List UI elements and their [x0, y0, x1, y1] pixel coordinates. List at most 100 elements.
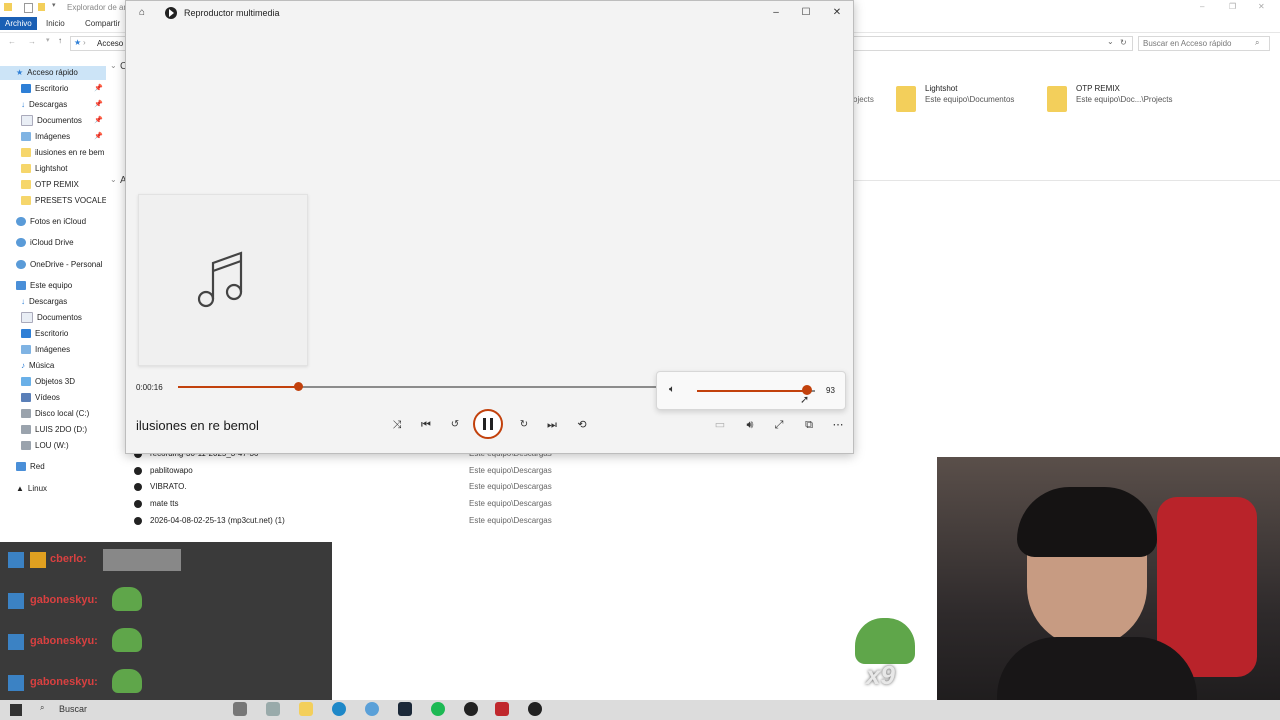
up-icon[interactable]: ↑	[58, 36, 62, 45]
tab-archivo[interactable]: Archivo	[0, 17, 37, 30]
nav-item-descargas[interactable]: ↓ Descargas 📌	[21, 98, 106, 112]
nav-item-lightshot[interactable]: Lightshot	[21, 162, 67, 176]
rewind-10-icon[interactable]: ↺	[446, 416, 464, 434]
back-icon[interactable]: ←	[8, 37, 16, 46]
nav-icloud-drive[interactable]: iCloud Drive	[16, 236, 74, 250]
crown-badge-icon	[30, 552, 46, 568]
previous-icon[interactable]: ⏮︎	[417, 416, 435, 434]
search-input[interactable]: Buscar en Acceso rápido	[1143, 39, 1232, 48]
pictures-icon	[21, 345, 31, 355]
app-icon[interactable]	[266, 702, 280, 716]
qat-dropdown-icon[interactable]: ▾	[52, 1, 56, 9]
minimize-icon[interactable]: –	[768, 5, 784, 21]
media-player-icon[interactable]	[528, 702, 542, 716]
star-icon: ★	[16, 68, 24, 77]
player-window-title: Reproductor multimedia	[184, 8, 280, 18]
collapse-chevron-icon[interactable]: ⌄	[110, 61, 117, 70]
list-item[interactable]: mate tts Este equipo\Descargas	[134, 497, 634, 511]
nav-pc-disco-c[interactable]: Disco local (C:)	[21, 407, 89, 421]
nav-network[interactable]: Red	[16, 460, 45, 474]
nav-linux[interactable]: ▲ Linux	[16, 482, 47, 496]
chat-message: gaboneskyu:	[8, 587, 308, 612]
pepe-emote-icon	[855, 618, 915, 664]
volume-icon[interactable]: 🔊︎	[741, 416, 759, 434]
search-icon[interactable]: ⌕	[1255, 38, 1259, 48]
moderator-badge-icon	[8, 593, 24, 609]
forward-30-icon[interactable]: ↻	[515, 416, 533, 434]
edge-icon[interactable]	[332, 702, 346, 716]
maximize-icon[interactable]: ☐	[798, 5, 814, 21]
pause-icon	[483, 418, 486, 430]
mini-player-icon[interactable]: ⧉	[800, 416, 818, 434]
nav-pc-videos[interactable]: Vídeos	[21, 391, 60, 405]
refresh-icon[interactable]: ↻	[1120, 38, 1127, 47]
nav-pc-imagenes[interactable]: Imágenes	[21, 343, 70, 357]
video-icon	[21, 393, 31, 403]
nav-pc-musica[interactable]: ♪ Música	[21, 359, 54, 373]
spotify-icon[interactable]	[431, 702, 445, 716]
home-icon[interactable]: ⌂	[134, 5, 150, 21]
player-titlebar: ⌂ Reproductor multimedia – ☐ ✕	[126, 1, 853, 25]
pepe-emote-icon	[112, 628, 142, 652]
nav-item-imagenes[interactable]: Imágenes 📌	[21, 130, 106, 144]
more-options-icon[interactable]: ⋯	[829, 416, 847, 434]
tab-inicio[interactable]: Inicio	[41, 17, 70, 30]
taskbar-search[interactable]: Buscar	[59, 704, 87, 714]
moderator-badge-icon	[8, 675, 24, 691]
steam-icon[interactable]	[398, 702, 412, 716]
task-view-icon[interactable]	[233, 702, 247, 716]
pause-button[interactable]	[473, 409, 503, 439]
search-box[interactable]: Buscar en Acceso rápido ⌕	[1138, 36, 1270, 51]
recent-locations-icon[interactable]: ▾	[46, 36, 50, 44]
nav-pc-descargas[interactable]: ↓ Descargas	[21, 295, 67, 309]
seek-thumb[interactable]	[293, 382, 303, 391]
address-bar[interactable]: ★ › Acceso	[70, 36, 127, 51]
close-icon[interactable]: ✕	[829, 5, 845, 21]
captions-icon[interactable]: ▭	[711, 416, 729, 434]
windows-start-icon[interactable]	[10, 704, 22, 716]
nav-icloud-photos[interactable]: Fotos en iCloud	[16, 215, 86, 229]
explorer-maximize-icon[interactable]: ❐	[1229, 2, 1236, 11]
nav-pc-disco-d[interactable]: LUIS 2DO (D:)	[21, 423, 87, 437]
breadcrumb[interactable]: Acceso	[97, 39, 123, 48]
collapse-chevron-icon[interactable]: ⌄	[110, 175, 117, 184]
explorer-minimize-icon[interactable]: –	[1200, 2, 1204, 11]
nav-this-pc[interactable]: Este equipo	[16, 279, 72, 293]
shuffle-icon[interactable]: ⤨	[388, 416, 406, 434]
app-icon[interactable]	[495, 702, 509, 716]
address-dropdown-icon[interactable]: ⌄	[1107, 37, 1114, 46]
app-icon[interactable]	[365, 702, 379, 716]
download-icon: ↓	[21, 100, 25, 109]
properties-icon[interactable]	[24, 3, 33, 13]
folder-icon	[21, 148, 31, 158]
nav-quick-access[interactable]: ★ Acceso rápido	[0, 66, 106, 80]
forward-icon[interactable]: →	[28, 37, 36, 46]
navigation-pane: ★ Acceso rápido Escritorio 📌 ↓ Descargas 📌 D…	[0, 56, 106, 496]
nav-item-otp-remix[interactable]: OTP REMIX	[21, 178, 79, 192]
list-item[interactable]: VIBRATO. Este equipo\Descargas	[134, 480, 634, 494]
new-folder-icon[interactable]	[38, 3, 45, 11]
nav-pc-objetos3d[interactable]: Objetos 3D	[21, 375, 75, 389]
list-item[interactable]: 2026-04-08-02-25-13 (mp3cut.net) (1) Este…	[134, 514, 634, 528]
tab-compartir[interactable]: Compartir	[80, 17, 125, 30]
fullscreen-icon[interactable]: ⤢	[770, 416, 788, 434]
nav-pc-escritorio[interactable]: Escritorio	[21, 327, 68, 341]
nav-onedrive[interactable]: OneDrive - Personal	[16, 258, 102, 272]
file-explorer-icon[interactable]	[299, 702, 313, 716]
obs-icon[interactable]	[464, 702, 478, 716]
nav-item-presets[interactable]: PRESETS VOCALES I	[21, 194, 106, 208]
search-icon[interactable]: ⌕	[40, 703, 44, 713]
repeat-icon[interactable]: ⟲	[573, 416, 591, 434]
list-item[interactable]: pablitowapo Este equipo\Descargas	[134, 464, 634, 478]
nav-pc-disco-w[interactable]: LOU (W:)	[21, 439, 69, 453]
next-icon[interactable]: ⏭︎	[543, 416, 561, 434]
explorer-close-icon[interactable]: ✕	[1258, 2, 1265, 11]
address-bar-end[interactable]: ⌄ ↻	[852, 36, 1133, 51]
speaker-icon[interactable]: 🔈︎	[669, 384, 675, 395]
document-icon	[21, 312, 33, 324]
nav-item-ilusiones[interactable]: ilusiones en re bem	[21, 146, 106, 160]
explorer-window-title: Explorador de ar	[67, 3, 127, 12]
nav-pc-documentos[interactable]: Documentos	[21, 311, 82, 325]
nav-item-escritorio[interactable]: Escritorio 📌	[21, 82, 106, 96]
nav-item-documentos[interactable]: Documentos 📌	[21, 114, 106, 128]
